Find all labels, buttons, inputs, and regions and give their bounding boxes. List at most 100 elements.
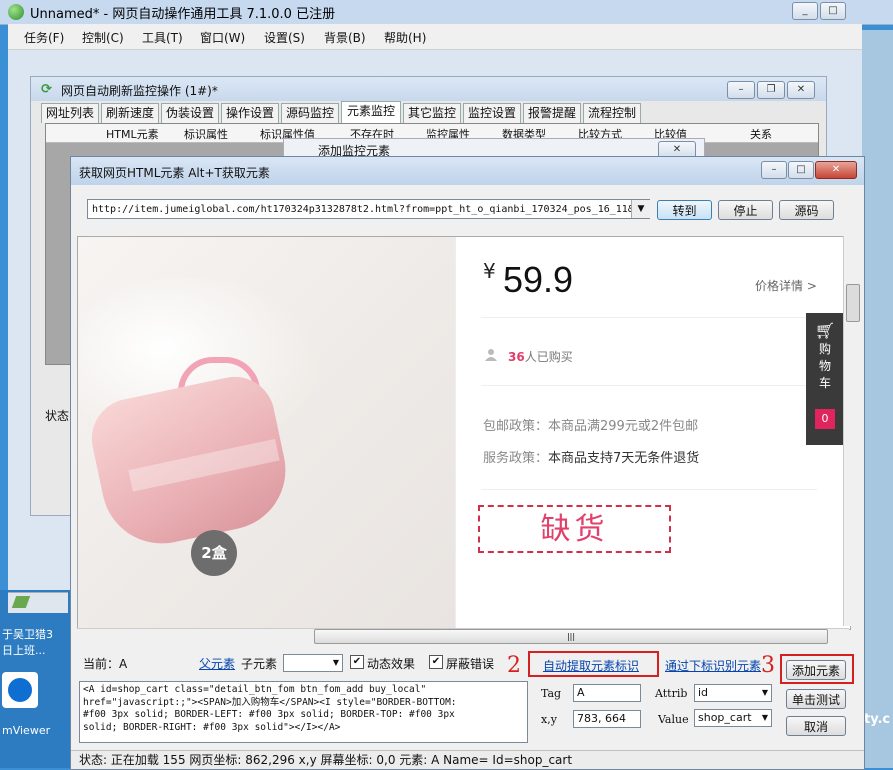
column-header: 标识属性 <box>184 128 228 141</box>
close-icon[interactable]: ✕ <box>815 161 857 179</box>
product-price: 59.9 <box>503 259 574 300</box>
cart-label: 车 <box>818 376 831 390</box>
dynamic-effect-label: 动态效果 <box>367 657 416 671</box>
url-input[interactable]: http://item.jumeiglobal.com/ht170324p313… <box>87 199 650 219</box>
monitor-window-titlebar: ⟳ 网页自动刷新监控操作 (1#)* – ❐ ✕ <box>31 77 826 101</box>
annotation-number: 2 <box>507 653 521 678</box>
desktop-icon-label: mViewer <box>2 724 51 737</box>
service-policy: 服务政策：本商品支持7天无条件退货 <box>483 451 700 466</box>
teamviewer-icon[interactable] <box>2 672 38 708</box>
tab-other-monitor[interactable]: 其它监控 <box>403 103 461 123</box>
dynamic-effect-checkbox[interactable]: ✔ <box>350 655 364 669</box>
menu-background[interactable]: 背景(B) <box>324 29 366 46</box>
maximize-icon[interactable]: □ <box>820 2 846 20</box>
annotation-box <box>780 654 854 684</box>
chevron-down-icon: ▼ <box>761 688 768 697</box>
dialog-status-bar: 状态: 正在加载 155 网页坐标: 862,296 x,y 屏幕坐标: 0,0… <box>71 750 864 769</box>
element-html-textarea[interactable]: <A id=shop_cart class="detail_btn_fom bt… <box>79 681 528 743</box>
tab-refresh-speed[interactable]: 刷新速度 <box>101 103 159 123</box>
monitor-window-title: 网页自动刷新监控操作 (1#)* <box>61 84 218 98</box>
app-icon <box>8 4 24 20</box>
annotation-box <box>528 651 659 677</box>
tab-monitor-settings[interactable]: 监控设置 <box>463 103 521 123</box>
attrib-select[interactable]: id ▼ <box>694 684 772 702</box>
price-currency: ¥ <box>483 259 496 283</box>
tab-alarm[interactable]: 报警提醒 <box>523 103 581 123</box>
refresh-icon: ⟳ <box>41 82 52 97</box>
vertical-scrollbar[interactable] <box>843 236 861 626</box>
desktop-icon-label: 于吴卫猎3 <box>2 628 53 641</box>
tab-element-monitor[interactable]: 元素监控 <box>341 101 401 123</box>
shipping-policy: 包邮政策：本商品满299元或2件包邮 <box>483 419 699 434</box>
source-button[interactable]: 源码 <box>779 200 834 220</box>
menu-bar: 任务(F) 控制(C) 工具(T) 窗口(W) 设置(S) 背景(B) 帮助(H… <box>8 24 862 50</box>
scroll-thumb[interactable]: ||| <box>314 629 828 644</box>
menu-help[interactable]: 帮助(H) <box>384 29 426 46</box>
tab-disguise[interactable]: 伪装设置 <box>161 103 219 123</box>
minimize-icon[interactable]: – <box>761 161 787 179</box>
menu-settings[interactable]: 设置(S) <box>264 29 305 46</box>
price-detail-link[interactable]: 价格详情 > <box>755 277 817 294</box>
desktop-text: ty.c <box>864 712 891 727</box>
cart-icon: 🛒︎ <box>814 321 836 340</box>
dialog-title: 获取网页HTML元素 Alt+T获取元素 <box>79 166 270 180</box>
plug-icon <box>11 596 31 608</box>
chevron-down-icon: ▼ <box>761 713 768 722</box>
product-image: 2盒 <box>78 237 455 629</box>
menu-task[interactable]: 任务(F) <box>24 29 64 46</box>
cancel-button[interactable]: 取消 <box>786 716 846 736</box>
main-status-strip <box>8 592 68 613</box>
scroll-thumb[interactable] <box>846 284 860 322</box>
get-html-element-dialog: 获取网页HTML元素 Alt+T获取元素 – □ ✕ http://item.j… <box>70 156 865 770</box>
shield-error-checkbox[interactable]: ✔ <box>429 655 443 669</box>
desktop-icons-area: 于吴卫猎3 日上班... mViewer <box>0 590 70 768</box>
main-window-titlebar: Unnamed* - 网页自动操作通用工具 7.1.0.0 已注册 _ □ <box>0 0 893 25</box>
buyer-count: 36人已购买 <box>508 350 573 364</box>
menu-tools[interactable]: 工具(T) <box>142 29 183 46</box>
chevron-down-icon: ▼ <box>332 658 339 667</box>
xy-input[interactable]: 783, 664 <box>573 710 641 728</box>
minimize-icon[interactable]: – <box>727 81 755 99</box>
tab-flow-control[interactable]: 流程控制 <box>583 103 641 123</box>
tab-operation[interactable]: 操作设置 <box>221 103 279 123</box>
minimize-icon[interactable]: _ <box>792 2 818 20</box>
value-select[interactable]: shop_cart ▼ <box>694 709 772 727</box>
dialog-titlebar: 获取网页HTML元素 Alt+T获取元素 – □ ✕ <box>71 157 864 185</box>
go-button[interactable]: 转到 <box>657 200 712 220</box>
value-label: Value <box>658 713 689 726</box>
identify-by-index-link[interactable]: 通过下标识别元素 <box>665 657 761 674</box>
current-element-label: 当前：A <box>83 657 128 671</box>
web-view[interactable]: 2盒 ¥ 59.9 价格详情 > 36人已购买 包邮政策：本商品满299元或2件… <box>77 236 851 630</box>
shield-error-label: 屏蔽错误 <box>446 657 495 671</box>
maximize-icon[interactable]: □ <box>788 161 814 179</box>
click-test-button[interactable]: 单击测试 <box>786 689 846 709</box>
cart-count-badge: 0 <box>815 409 835 429</box>
cart-label: 物 <box>818 359 831 373</box>
xy-label: x,y <box>541 713 557 726</box>
close-icon[interactable]: ✕ <box>787 81 815 99</box>
quantity-badge: 2盒 <box>191 530 237 576</box>
annotation-number: 3 <box>761 653 775 678</box>
child-element-label: 子元素 <box>241 657 278 671</box>
main-window-title: Unnamed* - 网页自动操作通用工具 7.1.0.0 已注册 <box>30 7 336 22</box>
tag-label: Tag <box>541 687 562 700</box>
person-icon <box>485 349 497 361</box>
chevron-down-icon[interactable]: ▼ <box>631 200 650 218</box>
tab-url-list[interactable]: 网址列表 <box>41 103 99 123</box>
tab-source-monitor[interactable]: 源码监控 <box>281 103 339 123</box>
desktop-background <box>862 30 893 768</box>
desktop-icon-label: 日上班... <box>2 644 46 657</box>
menu-control[interactable]: 控制(C) <box>82 29 124 46</box>
restore-icon[interactable]: ❐ <box>757 81 785 99</box>
stop-button[interactable]: 停止 <box>718 200 773 220</box>
column-header: 关系 <box>750 128 772 141</box>
out-of-stock-button[interactable]: 缺货 <box>478 505 671 553</box>
parent-element-link[interactable]: 父元素 <box>199 655 235 672</box>
monitor-status-label: 状态 <box>45 409 70 423</box>
menu-window[interactable]: 窗口(W) <box>200 29 245 46</box>
cart-label: 购 <box>818 342 831 356</box>
attrib-label: Attrib <box>655 687 688 700</box>
tag-input[interactable]: A <box>573 684 641 702</box>
column-header: HTML元素 <box>106 128 159 141</box>
child-element-select[interactable]: ▼ <box>283 654 343 672</box>
